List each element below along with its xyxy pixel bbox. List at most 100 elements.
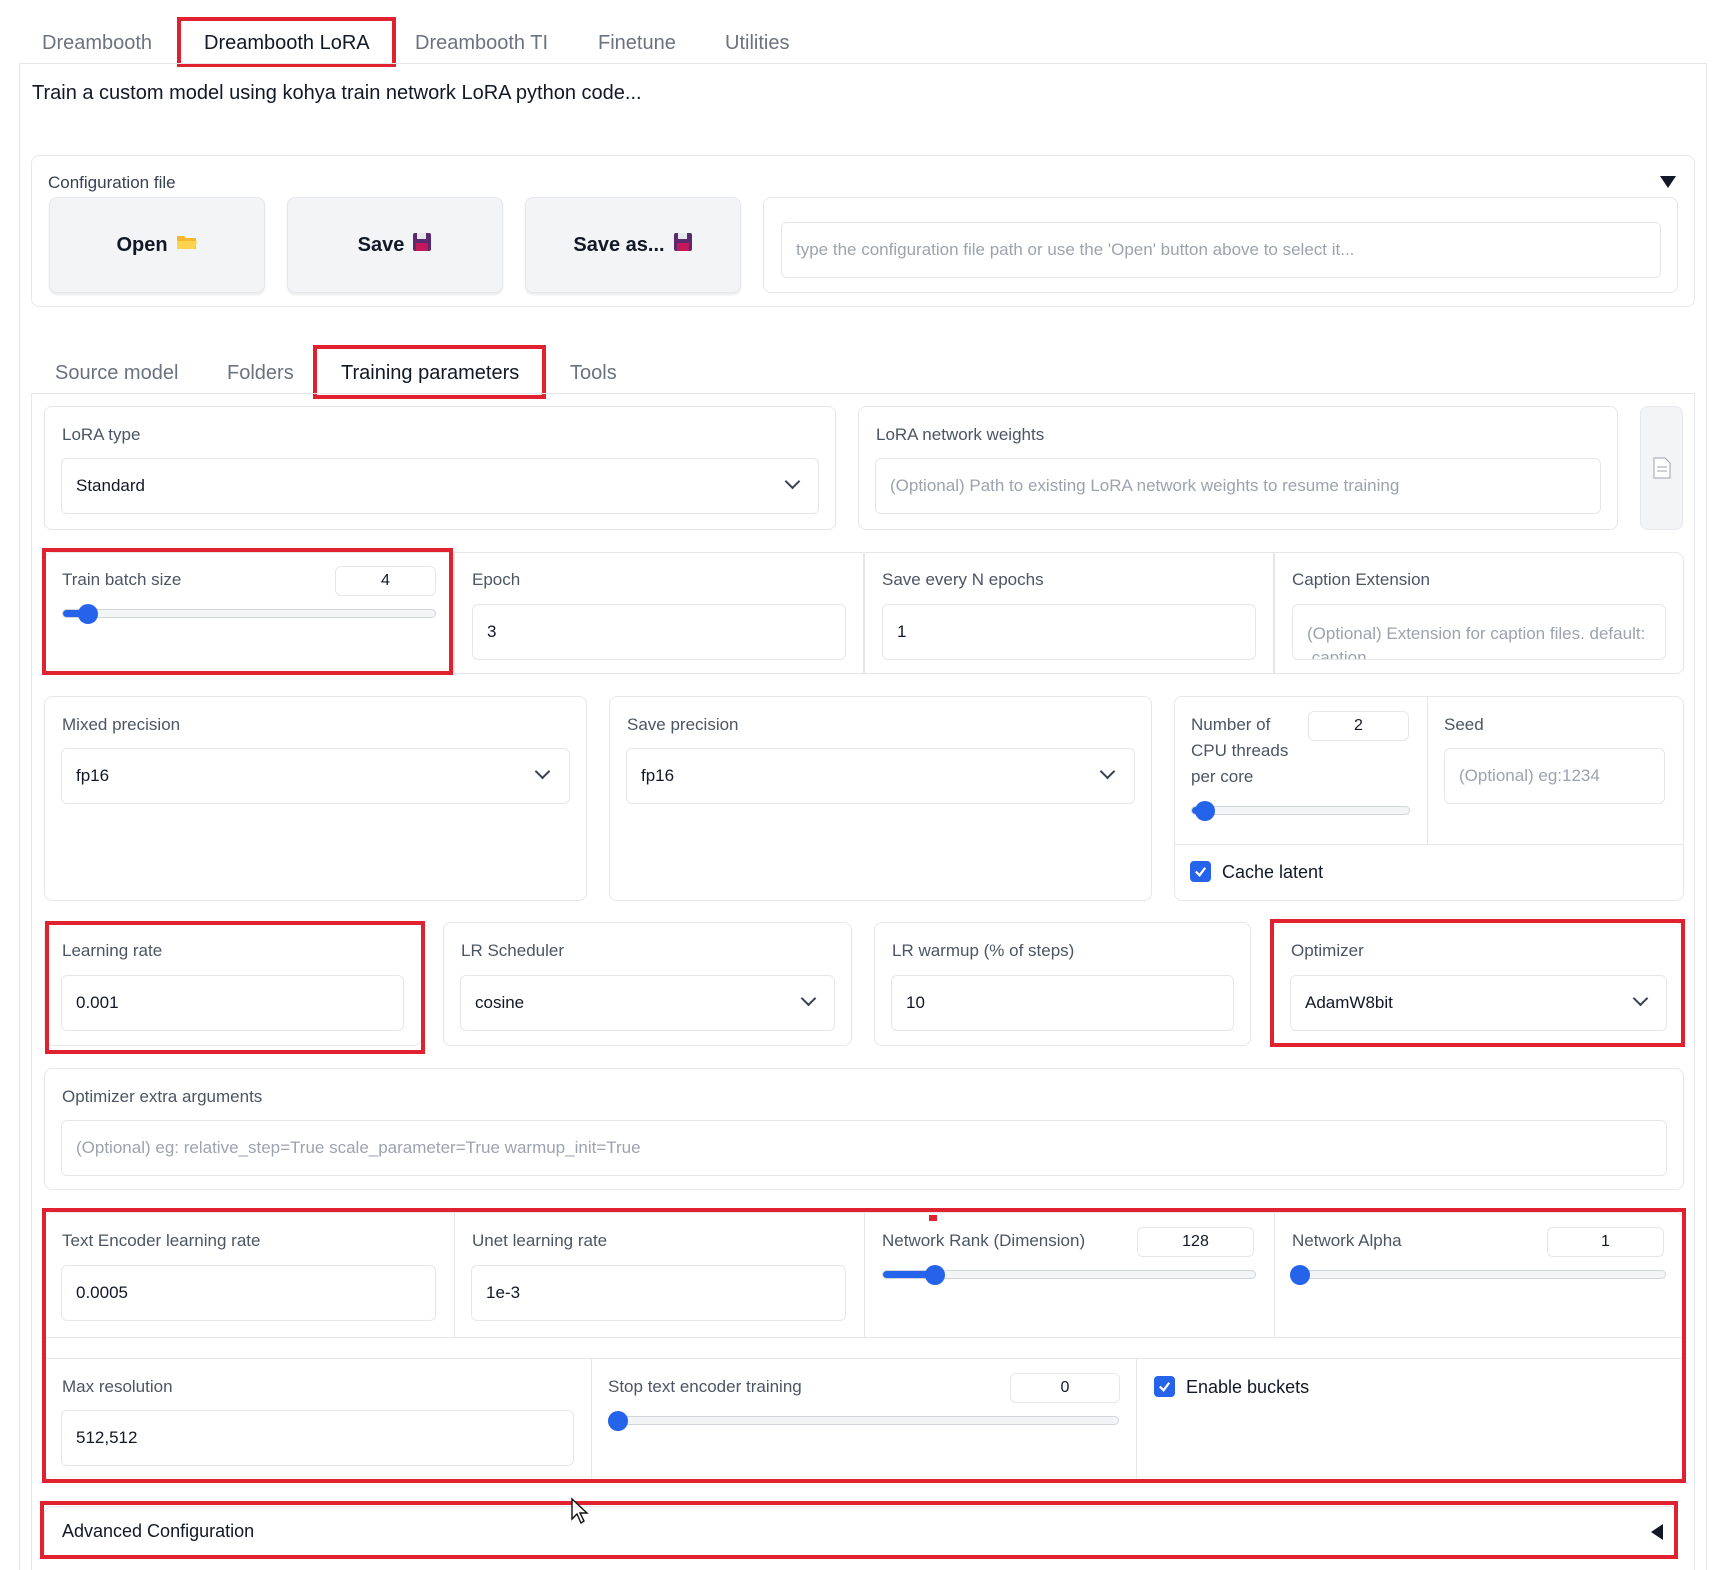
divider xyxy=(591,1358,592,1480)
save-button[interactable]: Save xyxy=(287,197,503,293)
network-weights-label: LoRA network weights xyxy=(876,425,1045,444)
stop-text-encoder-number[interactable]: 0 xyxy=(1010,1373,1120,1403)
tab-training-parameters[interactable]: Training parameters xyxy=(341,362,519,385)
epoch-label: Epoch xyxy=(472,570,521,589)
config-path-input[interactable]: type the configuration file path or use … xyxy=(781,222,1661,278)
folder-icon xyxy=(176,233,198,257)
learning-rate-input[interactable]: 0.001 xyxy=(61,975,404,1031)
advanced-configuration-accordion[interactable] xyxy=(44,1506,1678,1558)
divider xyxy=(1427,696,1428,844)
save-every-input[interactable]: 1 xyxy=(882,604,1256,660)
save-as-button[interactable]: Save as... xyxy=(525,197,741,293)
slider-thumb[interactable] xyxy=(78,604,98,624)
train-batch-size-slider[interactable] xyxy=(62,609,436,618)
save-every-label: Save every N epochs xyxy=(882,570,1044,589)
stop-text-encoder-label: Stop text encoder training xyxy=(608,1377,802,1396)
divider xyxy=(454,1212,455,1337)
cache-latent-checkbox[interactable] xyxy=(1190,861,1211,882)
optimizer-dropdown[interactable]: AdamW8bit xyxy=(1290,975,1667,1031)
tab-dreambooth-ti[interactable]: Dreambooth TI xyxy=(415,32,548,55)
save-label: Save xyxy=(357,233,405,256)
expand-triangle-icon[interactable] xyxy=(1651,1524,1663,1540)
optimizer-args-input[interactable]: (Optional) eg: relative_step=True scale_… xyxy=(61,1120,1667,1176)
stop-text-encoder-slider[interactable] xyxy=(608,1416,1119,1425)
tab-dreambooth-lora[interactable]: Dreambooth LoRA xyxy=(204,32,370,55)
floppy-disk-icon xyxy=(673,232,693,258)
train-batch-size-label: Train batch size xyxy=(62,570,182,589)
lr-scheduler-value: cosine xyxy=(475,993,525,1012)
epoch-input[interactable]: 3 xyxy=(472,604,846,660)
network-alpha-number[interactable]: 1 xyxy=(1547,1227,1664,1257)
lora-type-dropdown[interactable]: Standard xyxy=(61,458,819,514)
cpu-threads-label-line3: per core xyxy=(1191,767,1254,786)
caption-extension-placeholder: (Optional) Extension for caption files. … xyxy=(1307,624,1646,660)
caption-extension-input[interactable]: (Optional) Extension for caption files. … xyxy=(1292,604,1666,660)
network-weights-input[interactable]: (Optional) Path to existing LoRA network… xyxy=(875,458,1601,514)
optimizer-args-label: Optimizer extra arguments xyxy=(62,1087,263,1106)
network-alpha-slider[interactable] xyxy=(1292,1270,1666,1279)
divider xyxy=(44,1358,1684,1359)
slider-thumb[interactable] xyxy=(1195,801,1215,821)
tab-folders[interactable]: Folders xyxy=(227,362,294,385)
lora-type-value: Standard xyxy=(76,476,145,495)
save-precision-label: Save precision xyxy=(627,715,739,734)
lora-type-label: LoRA type xyxy=(62,425,141,444)
max-resolution-label: Max resolution xyxy=(62,1377,173,1396)
save-as-label: Save as... xyxy=(573,233,665,256)
network-rank-number[interactable]: 128 xyxy=(1137,1227,1254,1257)
train-batch-size-number[interactable]: 4 xyxy=(335,566,436,596)
open-button[interactable]: Open xyxy=(49,197,265,293)
optimizer-value: AdamW8bit xyxy=(1305,993,1393,1012)
caption-extension-label: Caption Extension xyxy=(1292,570,1430,589)
network-alpha-label: Network Alpha xyxy=(1292,1231,1402,1250)
advanced-configuration-label: Advanced Configuration xyxy=(62,1521,255,1541)
slider-thumb[interactable] xyxy=(608,1411,628,1431)
optimizer-label: Optimizer xyxy=(1291,941,1364,960)
text-encoder-lr-input[interactable]: 0.0005 xyxy=(61,1265,436,1321)
unet-lr-label: Unet learning rate xyxy=(472,1231,608,1250)
cpu-threads-slider[interactable] xyxy=(1191,806,1410,815)
tab-finetune[interactable]: Finetune xyxy=(598,32,676,55)
floppy-disk-icon xyxy=(412,232,432,258)
tab-source-model[interactable]: Source model xyxy=(55,362,178,385)
max-resolution-input[interactable]: 512,512 xyxy=(61,1410,574,1466)
unet-lr-input[interactable]: 1e-3 xyxy=(471,1265,846,1321)
lr-warmup-input[interactable]: 10 xyxy=(891,975,1234,1031)
lr-scheduler-dropdown[interactable]: cosine xyxy=(460,975,835,1031)
mixed-precision-dropdown[interactable]: fp16 xyxy=(61,748,570,804)
divider xyxy=(1274,1212,1275,1337)
cpu-threads-number[interactable]: 2 xyxy=(1308,711,1409,741)
collapse-triangle-icon[interactable] xyxy=(1660,176,1676,188)
divider xyxy=(1136,1358,1137,1480)
text-encoder-lr-label: Text Encoder learning rate xyxy=(62,1231,261,1250)
page-description: Train a custom model using kohya train n… xyxy=(32,82,642,104)
config-title: Configuration file xyxy=(48,173,176,192)
save-precision-dropdown[interactable]: fp16 xyxy=(626,748,1135,804)
cache-latent-label: Cache latent xyxy=(1222,862,1324,882)
file-picker-button[interactable] xyxy=(1640,406,1683,530)
enable-buckets-label: Enable buckets xyxy=(1186,1377,1310,1397)
open-label: Open xyxy=(116,233,168,256)
enable-buckets-checkbox[interactable] xyxy=(1154,1376,1175,1397)
mouse-cursor-icon xyxy=(570,1497,590,1530)
cpu-threads-label-line2: CPU threads xyxy=(1191,741,1289,760)
divider xyxy=(1174,844,1684,845)
divider xyxy=(44,1337,1684,1338)
document-icon xyxy=(1653,457,1671,484)
tab-utilities[interactable]: Utilities xyxy=(725,32,789,55)
cpu-threads-label-line1: Number of xyxy=(1191,715,1271,734)
mixed-precision-value: fp16 xyxy=(76,766,110,785)
learning-rate-label: Learning rate xyxy=(62,941,163,960)
seed-label: Seed xyxy=(1444,715,1484,734)
save-precision-value: fp16 xyxy=(641,766,675,785)
network-rank-label: Network Rank (Dimension) xyxy=(882,1231,1086,1250)
highlight-mark xyxy=(929,1215,937,1221)
tab-tools[interactable]: Tools xyxy=(570,362,617,385)
divider xyxy=(864,1212,865,1337)
slider-thumb[interactable] xyxy=(925,1265,945,1285)
tab-dreambooth[interactable]: Dreambooth xyxy=(42,32,152,55)
mixed-precision-label: Mixed precision xyxy=(62,715,181,734)
seed-input[interactable]: (Optional) eg:1234 xyxy=(1444,748,1665,804)
lr-warmup-label: LR warmup (% of steps) xyxy=(892,941,1075,960)
slider-thumb[interactable] xyxy=(1290,1265,1310,1285)
